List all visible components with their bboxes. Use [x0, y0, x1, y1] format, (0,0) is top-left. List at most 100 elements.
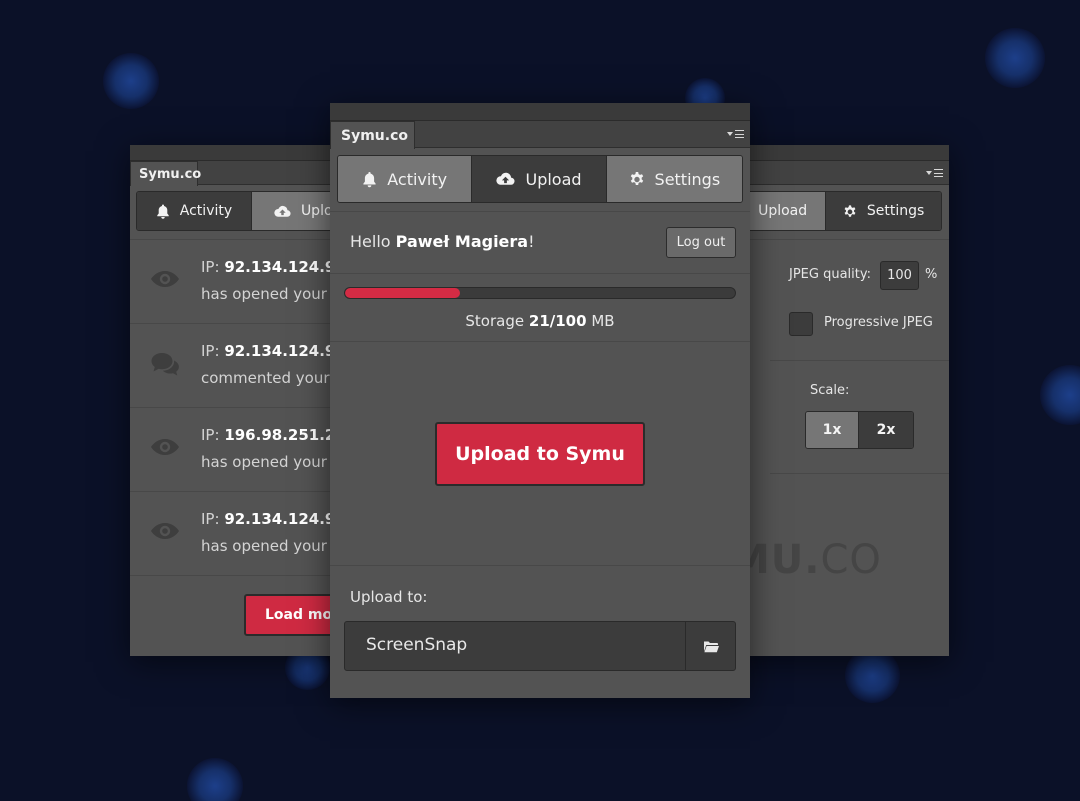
- upload-target-field[interactable]: ScreenSnap: [344, 621, 736, 671]
- activity-item[interactable]: IP: 92.134.124.92 commented your p: [130, 324, 360, 408]
- tab-bar: Activity Upload Settings: [337, 155, 743, 203]
- jpeg-quality-label: JPEG quality:: [789, 267, 871, 282]
- storage-text: Storage 21/100 MB: [330, 312, 750, 330]
- divider: [330, 211, 750, 212]
- tab-settings[interactable]: Settings: [606, 156, 742, 202]
- panel-titlebar: [130, 145, 360, 161]
- cloud-upload-icon: [496, 172, 516, 185]
- tab-activity-label: Activity: [179, 203, 233, 219]
- scale-option-label: 2x: [876, 422, 896, 438]
- tab-bar: Activity Upload: [136, 191, 360, 231]
- greeting: Hello Paweł Magiera!: [350, 232, 535, 251]
- upload-button-label: Upload to Symu: [455, 443, 625, 465]
- progressive-jpeg-label: Progressive JPEG: [824, 315, 933, 330]
- panel-tabstrip: Symu.co: [130, 161, 360, 186]
- storage-value: 21/100: [528, 312, 587, 330]
- divider: [770, 360, 949, 361]
- jpeg-quality-input[interactable]: 100: [880, 261, 919, 290]
- greeting-exclaim: !: [528, 232, 535, 251]
- background-dot: [1040, 365, 1080, 425]
- tab-activity-label: Activity: [387, 169, 448, 189]
- bell-icon: [363, 171, 376, 187]
- scale-option-2x[interactable]: 2x: [859, 412, 913, 448]
- upload-to-label: Upload to:: [350, 588, 428, 606]
- comments-icon: [151, 353, 179, 376]
- ip-prefix: IP:: [201, 258, 220, 276]
- gear-icon: [630, 172, 643, 185]
- eye-icon: [151, 271, 179, 287]
- logout-button[interactable]: Log out: [666, 227, 736, 258]
- panel-tabstrip: [730, 161, 949, 185]
- tab-activity[interactable]: Activity: [338, 156, 473, 202]
- ip-address: 92.134.124.92: [224, 510, 346, 528]
- divider: [730, 239, 949, 240]
- activity-description: commented your p: [201, 369, 344, 387]
- scale-selector: 1x 2x: [805, 411, 914, 449]
- divider: [330, 341, 750, 342]
- panel-tab[interactable]: Symu.co: [130, 161, 202, 186]
- ip-prefix: IP:: [201, 510, 220, 528]
- upload-target-value: ScreenSnap: [366, 635, 468, 655]
- menu-arrow-icon: [926, 171, 932, 175]
- load-more-label: Load mor: [265, 607, 339, 623]
- tab-bar: Upload Settings: [730, 191, 942, 231]
- bell-icon: [157, 204, 169, 219]
- tab-activity[interactable]: Activity: [137, 192, 252, 230]
- logo-dot: .: [804, 537, 821, 583]
- jpeg-quality-value: 100: [887, 268, 912, 283]
- activity-item[interactable]: IP: 196.98.251.234 has opened your p: [130, 408, 360, 492]
- browse-folder-button[interactable]: [685, 622, 735, 670]
- tab-settings[interactable]: Settings: [826, 192, 941, 230]
- tab-upload-label: Upload: [758, 203, 808, 219]
- cloud-upload-icon: [274, 205, 291, 217]
- user-name: Paweł Magiera: [395, 232, 529, 251]
- panel-titlebar: [330, 103, 750, 121]
- logo-suffix: CO: [820, 537, 882, 583]
- divider: [770, 473, 949, 474]
- folder-icon: [703, 641, 719, 652]
- panel-menu-button[interactable]: [926, 169, 943, 177]
- panel-title: Symu.co: [139, 166, 202, 182]
- eye-icon: [151, 439, 179, 455]
- activity-description: has opened your p: [201, 285, 342, 303]
- storage-label: Storage: [465, 312, 525, 330]
- storage-bar-fill: [345, 288, 460, 298]
- panel-title: Symu.co: [341, 127, 408, 144]
- activity-item[interactable]: IP: 92.134.124.92 has opened your p: [130, 492, 360, 576]
- menu-arrow-icon: [727, 132, 733, 136]
- activity-panel: Symu.co Activity Upload IP: 92.134.124.9…: [130, 145, 360, 656]
- eye-icon: [151, 523, 179, 539]
- logout-label: Log out: [676, 235, 726, 250]
- scale-option-label: 1x: [822, 422, 842, 438]
- storage-bar: [344, 287, 736, 299]
- activity-description: has opened your p: [201, 453, 342, 471]
- upload-panel: Symu.co Activity Upload Settings Hello P…: [330, 103, 750, 698]
- activity-item[interactable]: IP: 92.134.124.92 has opened your p: [130, 240, 360, 324]
- upload-to-symu-button[interactable]: Upload to Symu: [435, 422, 645, 486]
- symu-logo: MU.CO: [730, 537, 882, 583]
- panel-tabstrip: Symu.co: [330, 121, 750, 149]
- ip-address: 92.134.124.92: [224, 258, 346, 276]
- background-dot: [845, 648, 900, 703]
- ip-address: 92.134.124.92: [224, 342, 346, 360]
- background-dot: [187, 758, 243, 801]
- greeting-text: Hello: [350, 232, 391, 251]
- divider: [330, 273, 750, 274]
- panel-titlebar: [730, 145, 949, 161]
- panel-tab[interactable]: Symu.co: [330, 121, 415, 149]
- ip-prefix: IP:: [201, 342, 220, 360]
- menu-lines-icon: [735, 130, 744, 138]
- progressive-jpeg-checkbox[interactable]: [789, 312, 813, 336]
- ip-prefix: IP:: [201, 426, 220, 444]
- scale-label: Scale:: [810, 383, 850, 398]
- activity-description: has opened your p: [201, 537, 342, 555]
- scale-option-1x[interactable]: 1x: [806, 412, 860, 448]
- tab-upload-label: Upload: [525, 169, 582, 189]
- background-dot: [985, 28, 1045, 88]
- tab-upload[interactable]: Upload: [472, 156, 607, 202]
- panel-menu-button[interactable]: [727, 130, 744, 138]
- divider: [330, 565, 750, 566]
- menu-lines-icon: [934, 169, 943, 177]
- settings-panel: Upload Settings JPEG quality: 100 % Prog…: [730, 145, 949, 656]
- jpeg-quality-unit: %: [925, 267, 938, 282]
